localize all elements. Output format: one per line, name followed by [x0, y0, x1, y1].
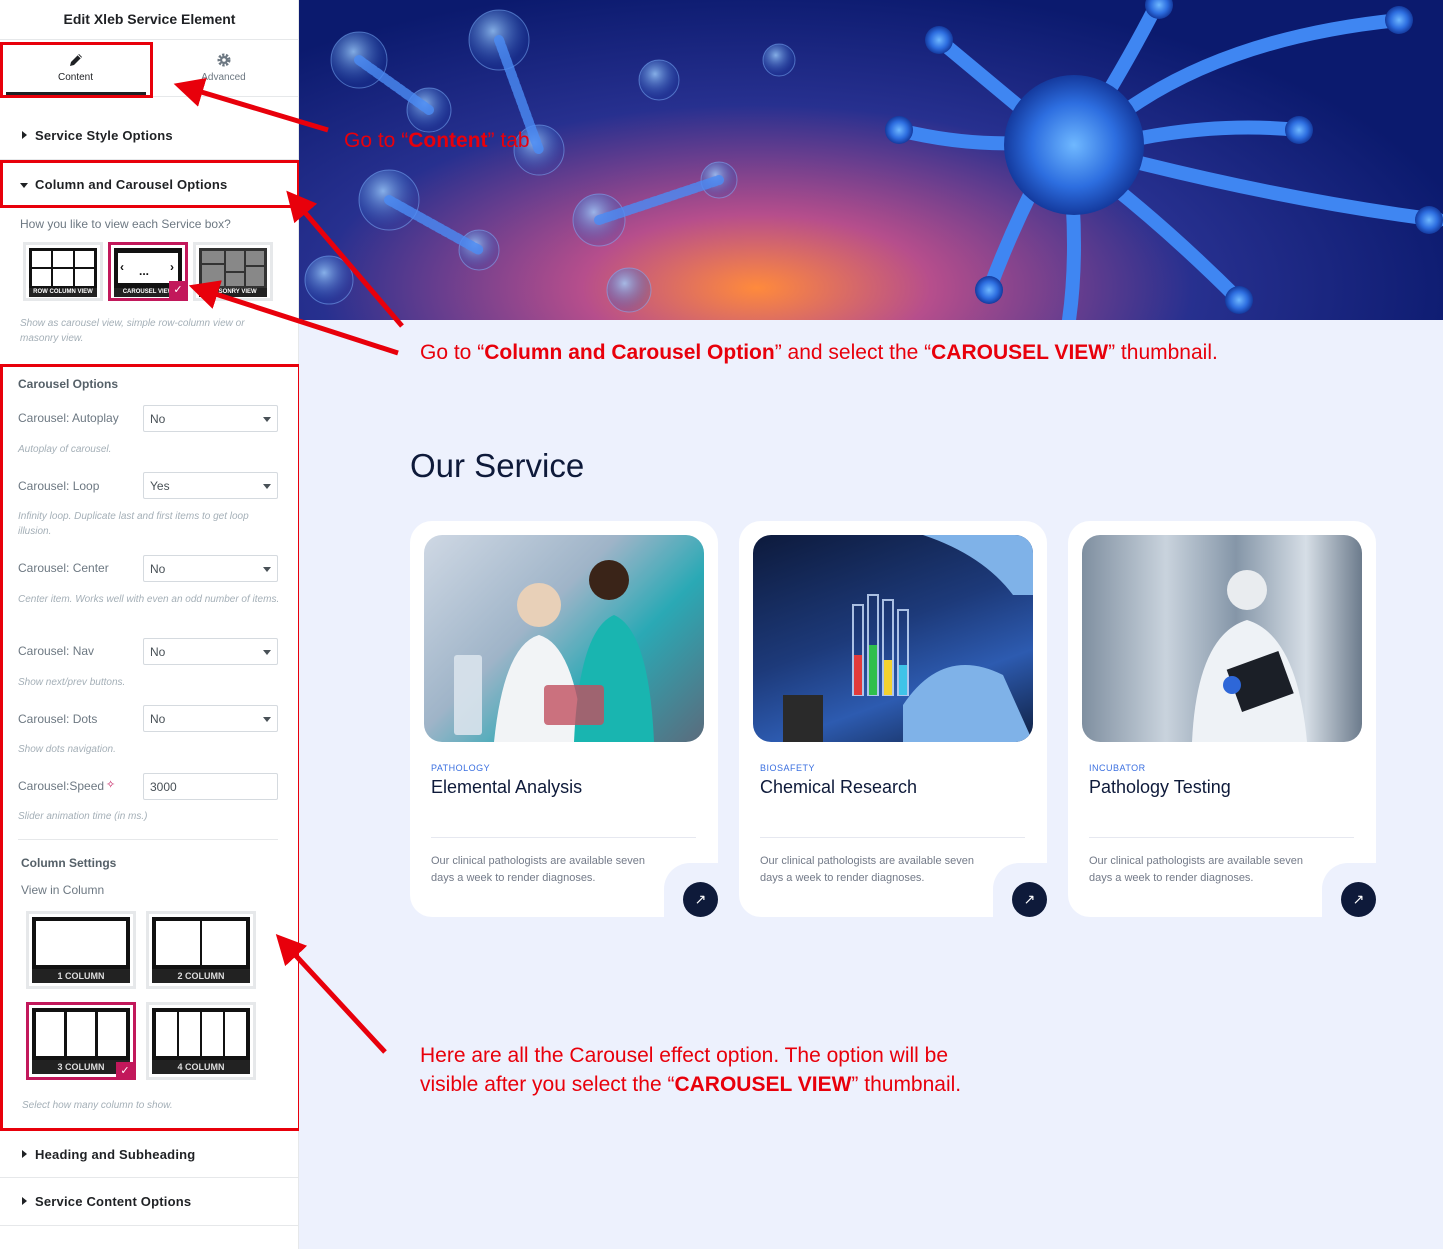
- section-heading-and-subheading[interactable]: Heading and Subheading: [0, 1130, 299, 1178]
- service-category: PATHOLOGY: [431, 763, 491, 773]
- virus-illustration: [304, 0, 1443, 320]
- thumbnail-caption: ROW COLUMN VIEW: [29, 288, 97, 297]
- arrow-up-right-icon[interactable]: ↗: [1341, 882, 1376, 917]
- card-divider: [431, 837, 696, 838]
- highlight-column-carousel-section: [0, 160, 300, 208]
- carousel-view-thumbnail[interactable]: ‹ › ... CAROUSEL VIEW ✓: [108, 242, 188, 301]
- row-column-view-thumbnail[interactable]: ROW COLUMN VIEW: [23, 242, 103, 301]
- thumbnail-caption: MASONRY VIEW: [199, 288, 267, 297]
- service-title[interactable]: Pathology Testing: [1089, 777, 1231, 798]
- view-question: How you like to view each Service box?: [20, 217, 231, 231]
- tab-advanced-label: Advanced: [201, 72, 246, 83]
- gear-icon: [217, 53, 230, 67]
- arrow-up-right-icon[interactable]: ↗: [1012, 882, 1047, 917]
- card-divider: [760, 837, 1025, 838]
- pathology-testing-image: [1082, 535, 1362, 742]
- panel-title: Edit Xleb Service Element: [0, 0, 299, 40]
- section-service-content-options[interactable]: Service Content Options: [0, 1178, 299, 1226]
- masonry-view-graphic: [199, 248, 267, 290]
- annotation-content-tab: Go to “Content” tab: [344, 129, 530, 152]
- section-label: Service Content Options: [35, 1194, 192, 1209]
- caret-right-icon: [22, 1197, 27, 1205]
- caret-right-icon: [22, 131, 27, 139]
- service-card[interactable]: INCUBATOR Pathology Testing Our clinical…: [1068, 521, 1382, 923]
- service-title[interactable]: Elemental Analysis: [431, 777, 582, 798]
- service-card[interactable]: BIOSAFETY Chemical Research Our clinical…: [739, 521, 1053, 923]
- highlight-carousel-options: [0, 364, 301, 1131]
- selected-check-icon: ✓: [169, 281, 187, 299]
- section-service-style-options[interactable]: Service Style Options: [0, 112, 299, 160]
- tab-advanced[interactable]: Advanced: [150, 44, 297, 94]
- arrow-up-right-icon[interactable]: ↗: [683, 882, 718, 917]
- annotation-carousel-options: Here are all the Carousel effect option.…: [420, 1044, 962, 1096]
- hero-banner-image: [299, 0, 1443, 320]
- caret-right-icon: [22, 1150, 27, 1158]
- section-label: Service Style Options: [35, 128, 173, 143]
- service-category: BIOSAFETY: [760, 763, 816, 773]
- lab-researchers-image: [424, 535, 704, 742]
- masonry-view-thumbnail[interactable]: MASONRY VIEW: [193, 242, 273, 301]
- highlight-content-tab: [0, 42, 153, 98]
- view-help: Show as carousel view, simple row-column…: [20, 318, 245, 344]
- service-description: Our clinical pathologists are available …: [431, 855, 646, 884]
- service-description: Our clinical pathologists are available …: [1089, 855, 1304, 884]
- card-divider: [1089, 837, 1354, 838]
- service-card[interactable]: PATHOLOGY Elemental Analysis Our clinica…: [410, 521, 724, 923]
- section-label: Heading and Subheading: [35, 1147, 196, 1162]
- section-title: Our Service: [410, 447, 585, 484]
- service-title[interactable]: Chemical Research: [760, 777, 917, 798]
- chemical-research-image: [753, 535, 1033, 742]
- service-category: INCUBATOR: [1089, 763, 1146, 773]
- annotation-carousel-view: Go to “Column and Carousel Option” and s…: [420, 341, 1218, 364]
- service-description: Our clinical pathologists are available …: [760, 855, 975, 884]
- row-column-view-graphic: [29, 248, 97, 290]
